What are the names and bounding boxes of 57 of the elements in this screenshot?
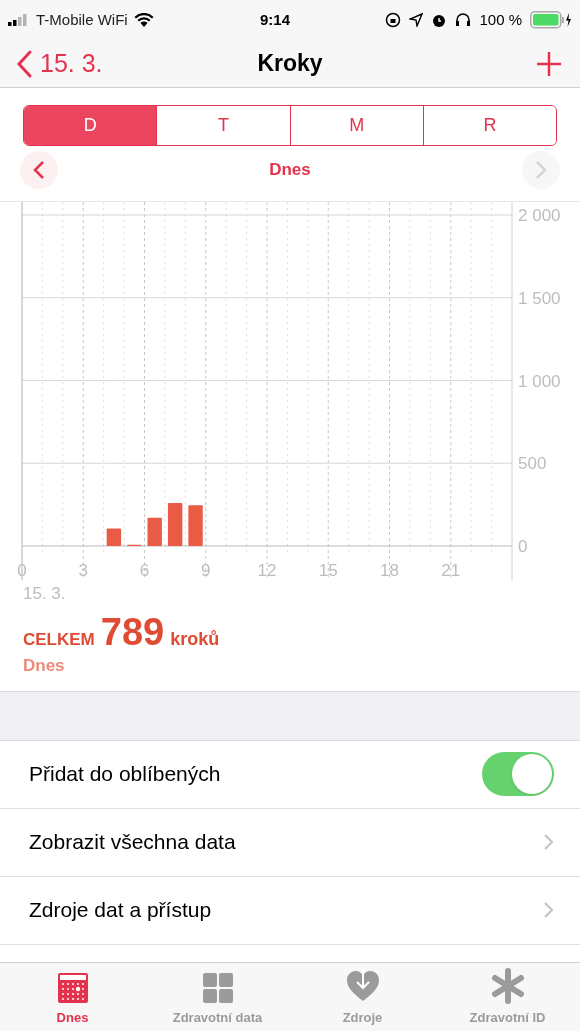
y-axis-label: 500 [518,454,547,474]
x-axis-label: 3 [78,561,88,580]
x-axis-label: 6 [139,561,150,580]
clock: 9:14 [259,9,291,30]
alarm-icon [431,12,448,28]
x-axis-label: 12 [257,561,277,580]
y-axis-label: 1 000 [518,371,561,391]
y-axis-label: 2 000 [518,206,561,225]
bar [167,502,183,546]
bar [147,517,162,546]
row-label: Zobrazit všechna data [29,829,237,856]
location-icon [409,13,424,27]
bar [188,505,203,546]
x-axis-label: 9 [201,561,211,580]
carrier-label: T-Mobile WiFi [36,9,128,30]
heart-download-icon [344,967,381,1004]
tab-bar-item[interactable]: Zdravotní data [145,963,290,1031]
back-button[interactable]: 15. 3. [16,44,103,83]
asterisk-icon [490,967,525,1004]
grid-icon [201,971,234,1004]
add-button[interactable] [536,49,564,78]
total-period: Dnes [23,655,66,677]
row-label: Přidat do oblíbených [29,761,222,788]
tab-bar-item[interactable]: Zdravotní ID [435,963,580,1031]
x-axis-label: 15 [318,561,338,580]
chart-date: 15. 3. [23,583,67,605]
signal-icon [8,14,30,26]
previous-button[interactable] [20,151,58,189]
segment-tab[interactable]: R [422,106,556,145]
x-axis-label: 21 [441,561,461,580]
calendar-icon [56,971,89,1004]
wifi-icon [133,13,154,27]
total-unit: kroků [170,628,220,651]
chevron-right-icon [543,833,554,851]
period-label: Dnes [269,159,311,182]
y-axis-label: 1 500 [518,288,561,308]
row-label: Zdroje dat a přístup [29,897,213,924]
plus-icon [536,50,562,77]
bar [106,528,122,546]
favorite-switch[interactable] [482,752,554,796]
battery-icon [530,11,572,29]
rotation-lock-icon [385,12,402,28]
x-axis-label: 18 [380,561,399,580]
chevron-left-icon [33,160,45,180]
segment-tab[interactable]: D [24,106,157,145]
total-label: CELKEM [23,629,95,651]
tab-bar-item[interactable]: Dnes [0,963,145,1031]
y-axis-label: 0 [518,537,528,556]
screen-title: Kroky [257,49,323,79]
x-axis-label: 0 [17,561,27,580]
total-value: 789 [100,612,165,652]
tab-bar-item[interactable]: Zdroje [290,963,435,1031]
chevron-right-icon [543,901,554,919]
headphones-icon [455,12,472,28]
chevron-right-icon [535,160,547,180]
chevron-left-icon [16,49,32,78]
battery-percentage: 100 % [479,9,522,30]
